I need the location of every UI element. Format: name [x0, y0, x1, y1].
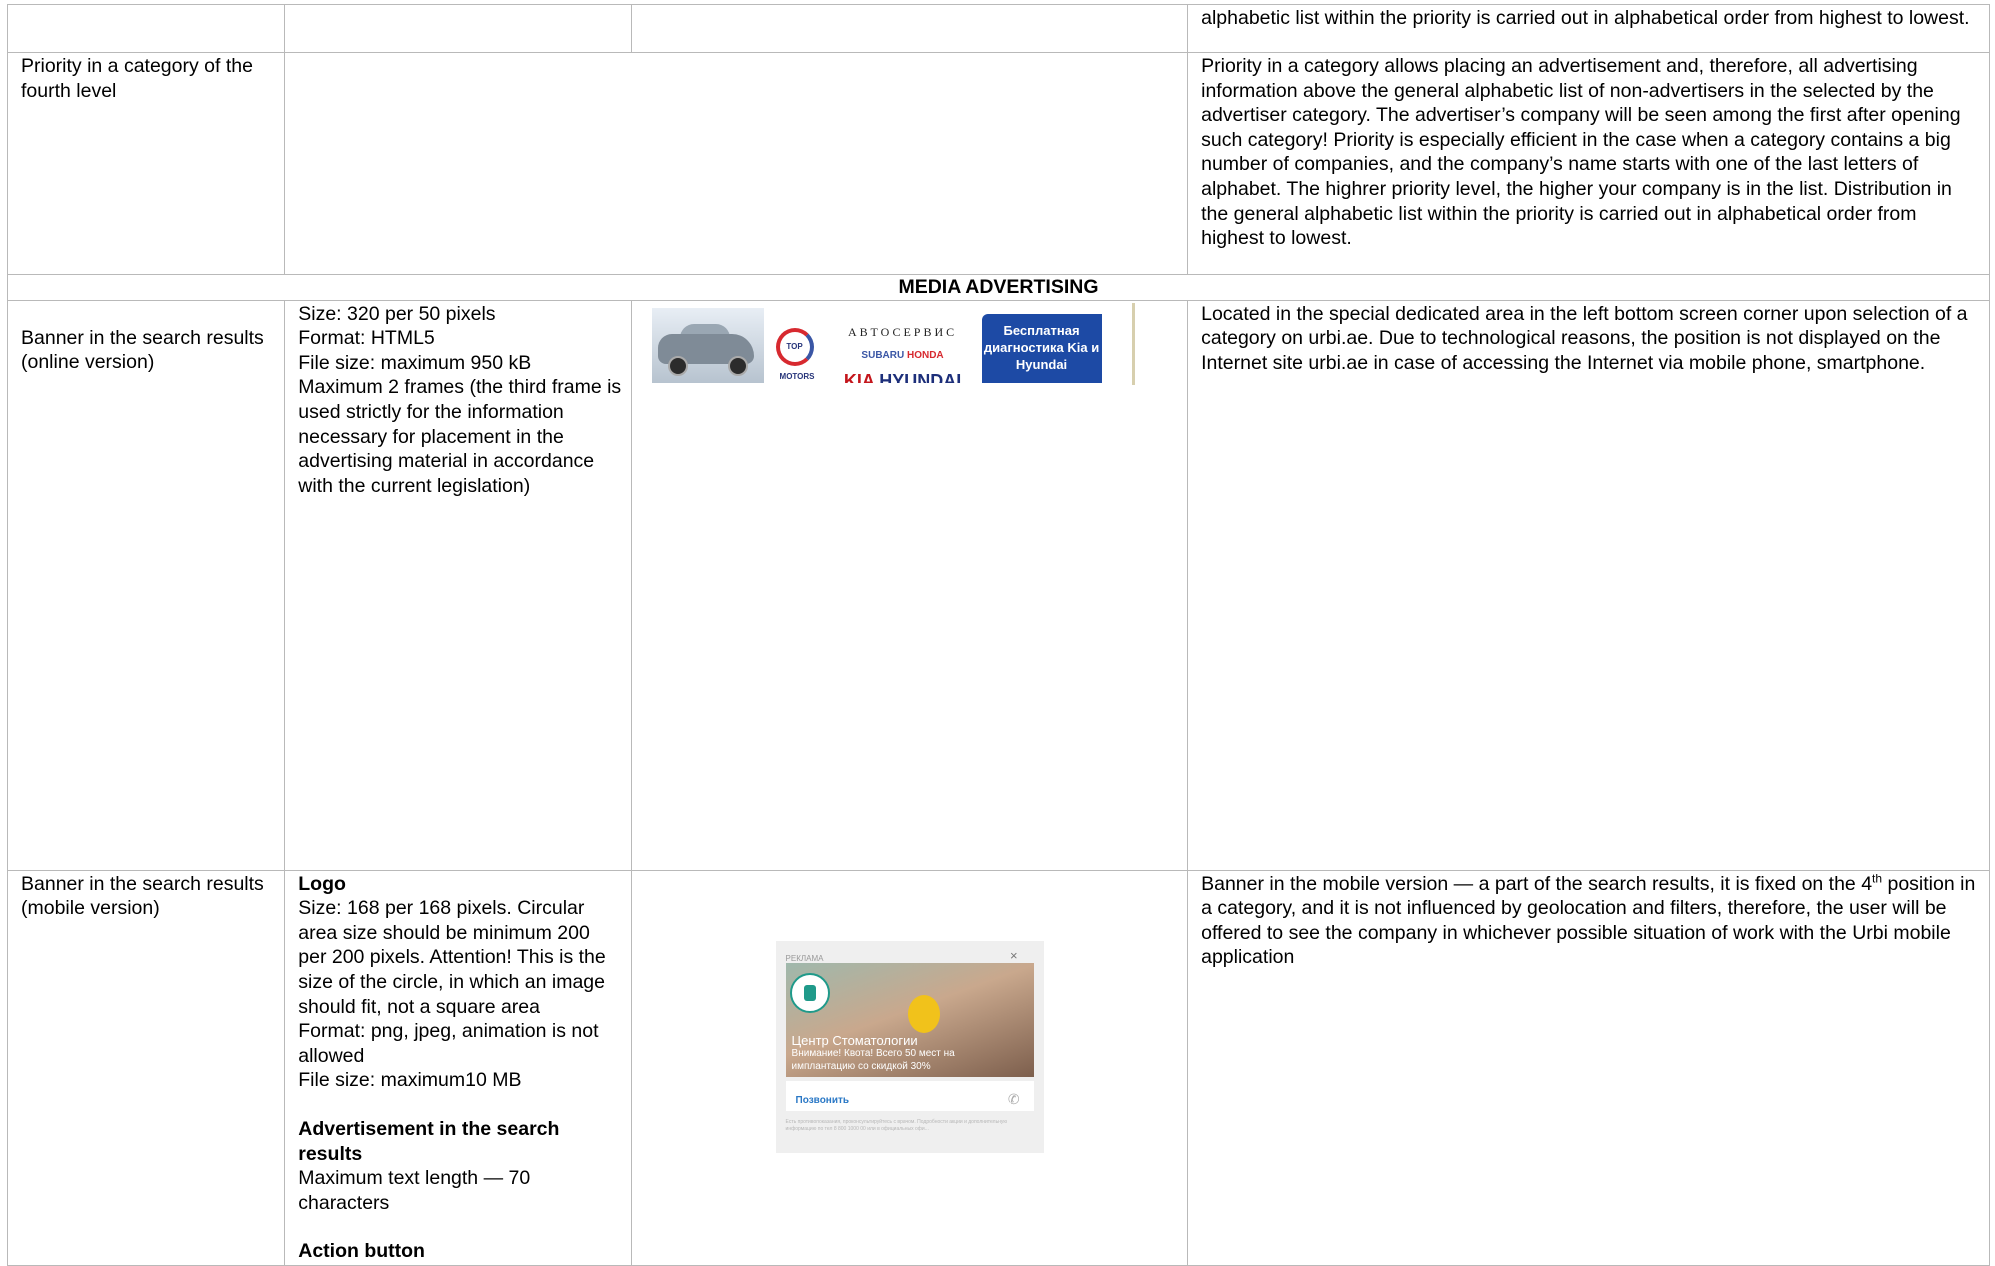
table-cell — [6, 4, 286, 53]
logo-heading: Logo — [298, 872, 346, 895]
table-row: Priority in a category of the fourth lev… — [6, 52, 1990, 275]
row3-description: Banner in the mobile version — a part of… — [1201, 872, 1873, 895]
spec-size: Size: 320 per 50 pixels — [298, 302, 496, 325]
table-row: Banner in the search results (online ver… — [6, 299, 1990, 871]
honda-label: HONDA — [906, 350, 944, 362]
row0-description: alphabetic list within the priority is c… — [1201, 7, 1970, 29]
row1-description: Priority in a category allows placing an… — [1201, 55, 1961, 250]
table-cell — [630, 4, 1189, 53]
spec-format: Format: HTML5 — [298, 327, 435, 350]
subaru-label: SUBARU — [861, 350, 905, 362]
table-cell: Banner in the mobile version — a part of… — [1187, 869, 1990, 1266]
action-heading: Action button — [298, 1240, 425, 1263]
phone-icon: ✆ — [1007, 1090, 1020, 1107]
spec-frames: Maximum 2 frames (the third frame is use… — [298, 376, 622, 497]
spec-file-size: File size: maximum 950 kB — [298, 351, 532, 374]
row2-title: Banner in the search results (online ver… — [21, 326, 264, 374]
autoservice-label: АВТОСЕРВИС — [847, 324, 958, 339]
clinic-photo: Центр Стоматологии Внимание! Квота! Всег… — [785, 962, 1034, 1077]
table-cell: Logo Size: 168 per 168 pixels. Circular … — [284, 869, 632, 1266]
table-row: Banner in the search results (mobile ver… — [6, 869, 1990, 1266]
brand-list: АВТОСЕРВИС SUBARU HONDA KIA HYUNDAI — [828, 320, 978, 383]
hyundai-label: HYUNDAI — [879, 370, 962, 383]
call-button-label: Позвонить — [795, 1094, 850, 1106]
table-cell: Priority in a category of the fourth lev… — [6, 52, 286, 275]
banner-example-image: TOP MOTORS АВТОСЕРВИС SUBARU HONDA KIA H… — [651, 307, 1104, 383]
table-row: MEDIA ADVERTISING — [7, 274, 1990, 301]
table-cell: Priority in a category allows placing an… — [1187, 52, 1990, 275]
row2-description: Located in the special dedicated area in… — [1201, 302, 1968, 374]
table-cell: Banner in the search results (online ver… — [6, 299, 286, 871]
kia-label: KIA — [843, 370, 875, 383]
ad-label: РЕКЛАМА — [785, 953, 824, 963]
section-heading: MEDIA ADVERTISING — [7, 274, 1990, 301]
banner-edge — [1131, 302, 1135, 385]
table-cell: alphabetic list within the priority is c… — [1187, 4, 1990, 53]
table-cell: Banner in the search results (mobile ver… — [6, 869, 286, 1266]
row1-title: Priority in a category of the fourth lev… — [21, 55, 253, 102]
document-page: alphabetic list within the priority is c… — [0, 0, 1995, 1266]
clinic-logo-icon — [789, 972, 830, 1013]
logo-format: Format: png, jpeg, animation is not allo… — [298, 1020, 599, 1067]
card-subtitle: Внимание! Квота! Всего 50 мест на имплан… — [791, 1047, 955, 1072]
car-image — [651, 307, 764, 383]
table-cell: РЕКЛАМА × Центр Стоматологии Внимание! К… — [630, 869, 1189, 1266]
promo-label: Бесплатная диагностика Kia и Hyundai — [981, 313, 1102, 383]
table-cell — [284, 52, 1189, 275]
table-cell: TOP MOTORS АВТОСЕРВИС SUBARU HONDA KIA H… — [630, 299, 1189, 871]
table-cell: Located in the special dedicated area in… — [1187, 299, 1990, 871]
table-row: alphabetic list within the priority is c… — [6, 4, 1990, 53]
ad-text: Maximum text length — 70 characters — [298, 1167, 531, 1214]
ad-heading: Advertisement in the search results — [298, 1117, 560, 1165]
mobile-ad-card: РЕКЛАМА × Центр Стоматологии Внимание! К… — [775, 940, 1044, 1153]
card-action-bar: Позвонить ✆ — [785, 1080, 1034, 1111]
logo-size: Size: 168 per 168 pixels. Circular area … — [298, 897, 606, 1018]
table-cell — [284, 4, 632, 53]
row3-title: Banner in the search results (mobile ver… — [21, 872, 264, 920]
top-motors-logo: TOP MOTORS — [775, 327, 815, 381]
logo-file-size: File size: maximum10 MB — [298, 1069, 522, 1092]
ordinal-suffix: th — [1872, 871, 1883, 886]
card-fine-print: Есть противопоказания, проконсультируйте… — [785, 1118, 1008, 1132]
table-cell: Size: 320 per 50 pixels Format: HTML5 Fi… — [284, 299, 632, 871]
advertising-spec-table: alphabetic list within the priority is c… — [6, 4, 1990, 1266]
